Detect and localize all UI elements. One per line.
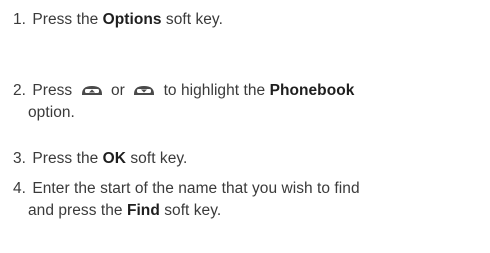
step-text: Press the OK soft key. — [32, 150, 187, 167]
step-number: 1. — [13, 11, 27, 28]
step-keyword: OK — [102, 150, 127, 167]
nav-key-down-icon — [133, 84, 155, 97]
step-text: Press the Options soft key. — [32, 11, 223, 28]
step-text-after: soft key. — [165, 11, 223, 28]
step-3: 3. Press the OK soft key. — [13, 148, 490, 170]
step-text-before: Enter the start of the name that you wis… — [32, 180, 360, 197]
step-number: 4. — [13, 180, 27, 197]
step-text-cont: and press the — [28, 202, 123, 219]
step-continuation: and press the Find soft key. — [13, 200, 490, 222]
step-text-before: Press the — [32, 11, 99, 28]
step-number: 3. — [13, 150, 27, 167]
step-text-before: Press — [32, 82, 73, 99]
step-connector: or — [110, 82, 125, 99]
step-keyword: Find — [126, 202, 160, 219]
nav-key-up-icon — [81, 84, 103, 97]
step-text-before: Press the — [32, 150, 99, 167]
step-text-after: soft key. — [164, 202, 222, 219]
step-keyword: Options — [102, 11, 162, 28]
step-continuation: option. — [28, 104, 75, 121]
step-4: 4. Enter the start of the name that you … — [13, 178, 490, 222]
step-text: Enter the start of the name that you wis… — [13, 180, 490, 222]
step-text-after: soft key. — [130, 150, 188, 167]
step-keyword: Phonebook — [269, 82, 355, 99]
step-number: 2. — [13, 82, 27, 99]
step-1: 1. Press the Options soft key. — [13, 9, 490, 31]
step-2: 2. Press or to highlight the Phonebook o… — [13, 80, 490, 124]
step-text-middle: to highlight the — [163, 82, 266, 99]
step-text: Press or to highlight the Phonebook opti… — [13, 82, 490, 124]
